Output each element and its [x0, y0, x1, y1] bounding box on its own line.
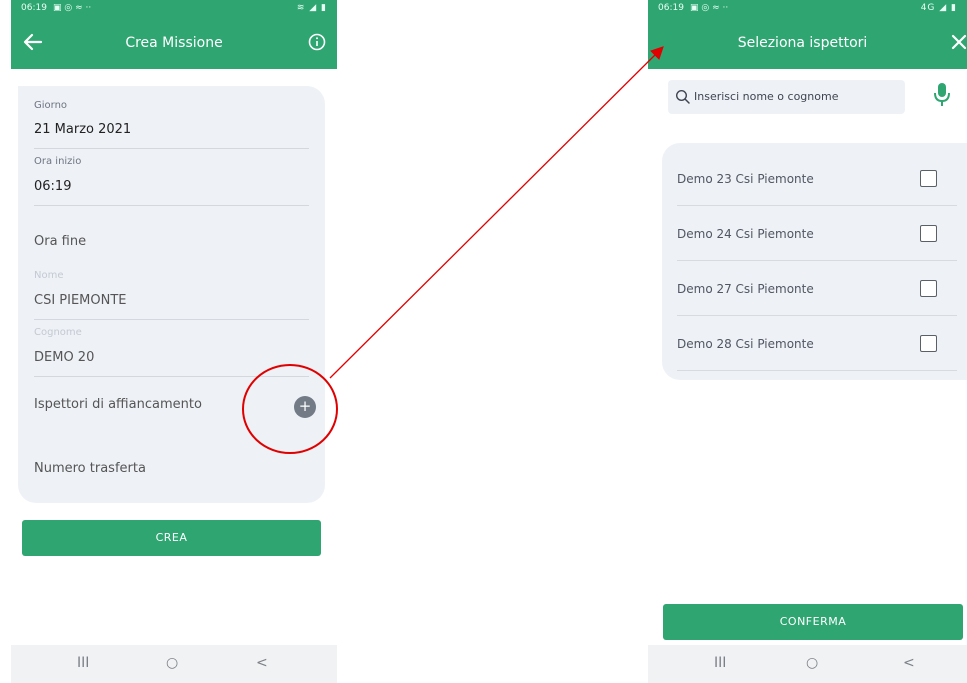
cognome-label: Cognome: [34, 327, 82, 338]
list-item[interactable]: Demo 27 Csi Piemonte: [662, 261, 967, 316]
voice-search-button[interactable]: [933, 82, 951, 108]
mic-icon: [934, 83, 950, 106]
close-button[interactable]: [947, 30, 967, 54]
page-title: Crea Missione: [125, 35, 223, 51]
close-icon: [951, 34, 967, 50]
app-bar: Crea Missione: [11, 16, 337, 69]
status-right-icons: 4G ◢ ▮: [920, 3, 957, 13]
crea-button[interactable]: CREA: [22, 520, 321, 556]
divider: [677, 370, 957, 371]
inspector-checkbox[interactable]: [920, 335, 937, 352]
cognome-value[interactable]: DEMO 20: [34, 350, 94, 365]
status-bar: 06:19 ▣ ◎ ≈ ·· ≋ ◢ ▮: [11, 0, 337, 16]
divider: [34, 205, 309, 206]
inspector-checkbox[interactable]: [920, 225, 937, 242]
divider: [34, 319, 309, 320]
status-bar: 06:19 ▣ ◎ ≈ ·· 4G ◢ ▮: [648, 0, 967, 16]
page-title: Seleziona ispettori: [737, 35, 868, 51]
app-bar: Seleziona ispettori: [648, 16, 967, 69]
inspector-name: Demo 23 Csi Piemonte: [677, 172, 814, 186]
annotation-arrow: [329, 46, 664, 379]
status-icons: ▣ ◎ ≈ ··: [690, 3, 729, 13]
divider: [34, 148, 309, 149]
nav-back-button[interactable]: <: [256, 655, 268, 671]
nome-value[interactable]: CSI PIEMONTE: [34, 293, 127, 308]
recent-apps-button[interactable]: III: [77, 655, 89, 671]
status-time: 06:19: [658, 3, 684, 13]
search-input[interactable]: Inserisci nome o cognome: [668, 80, 905, 114]
numero-trasferta-field[interactable]: Numero trasferta: [34, 461, 146, 476]
status-right-icons: ≋ ◢ ▮: [296, 3, 327, 13]
ispettori-label: Ispettori di affiancamento: [34, 397, 202, 412]
inspector-name: Demo 27 Csi Piemonte: [677, 282, 814, 296]
conferma-button[interactable]: CONFERMA: [663, 604, 963, 640]
system-nav-bar: III ○ <: [648, 645, 967, 683]
inspector-list: Demo 23 Csi Piemonte Demo 24 Csi Piemont…: [662, 143, 967, 380]
list-item[interactable]: Demo 24 Csi Piemonte: [662, 206, 967, 261]
recent-apps-button[interactable]: III: [714, 655, 726, 671]
ora-fine-field[interactable]: Ora fine: [34, 234, 86, 249]
home-button[interactable]: ○: [166, 655, 178, 671]
ora-inizio-value[interactable]: 06:19: [34, 179, 71, 194]
home-button[interactable]: ○: [806, 655, 818, 671]
info-icon: [308, 33, 326, 51]
inspector-name: Demo 28 Csi Piemonte: [677, 337, 814, 351]
giorno-label: Giorno: [34, 100, 68, 111]
system-nav-bar: III ○ <: [11, 645, 337, 683]
divider: [34, 376, 309, 377]
nav-back-button[interactable]: <: [903, 655, 915, 671]
inspector-name: Demo 24 Csi Piemonte: [677, 227, 814, 241]
giorno-value[interactable]: 21 Marzo 2021: [34, 122, 131, 137]
search-icon: [675, 89, 690, 104]
status-icons: ▣ ◎ ≈ ··: [53, 3, 92, 13]
inspector-checkbox[interactable]: [920, 170, 937, 187]
info-button[interactable]: [305, 30, 329, 54]
inspector-checkbox[interactable]: [920, 280, 937, 297]
mission-form: Giorno 21 Marzo 2021 Ora inizio 06:19 Or…: [18, 86, 325, 503]
plus-icon: +: [298, 397, 312, 415]
crea-missione-screen: 06:19 ▣ ◎ ≈ ·· ≋ ◢ ▮ Crea Missione Giorn…: [11, 0, 337, 683]
list-item[interactable]: Demo 23 Csi Piemonte: [662, 151, 967, 206]
search-placeholder: Inserisci nome o cognome: [694, 90, 839, 103]
add-inspector-button[interactable]: +: [294, 396, 316, 418]
status-time: 06:19: [21, 3, 47, 13]
ora-inizio-label: Ora inizio: [34, 156, 82, 167]
seleziona-ispettori-screen: 06:19 ▣ ◎ ≈ ·· 4G ◢ ▮ Seleziona ispettor…: [648, 0, 967, 683]
list-item[interactable]: Demo 28 Csi Piemonte: [662, 316, 967, 371]
nome-label: Nome: [34, 270, 64, 281]
